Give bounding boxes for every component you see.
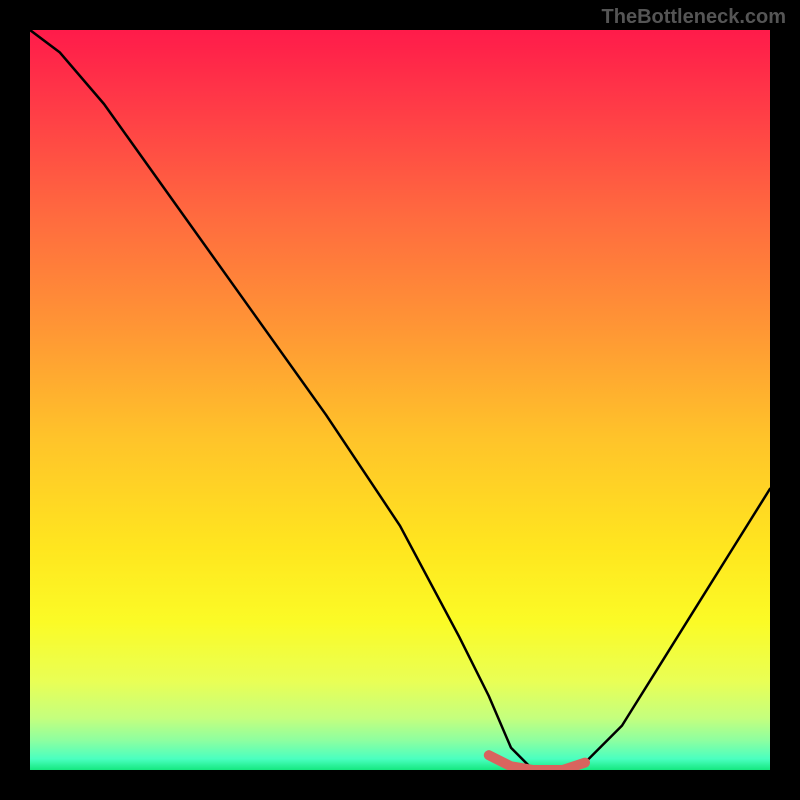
- optimal-range-highlight: [489, 755, 585, 770]
- chart-plot-area: [30, 30, 770, 770]
- chart-curve-layer: [30, 30, 770, 770]
- watermark-text: TheBottleneck.com: [602, 6, 786, 29]
- bottleneck-curve-path: [30, 30, 770, 770]
